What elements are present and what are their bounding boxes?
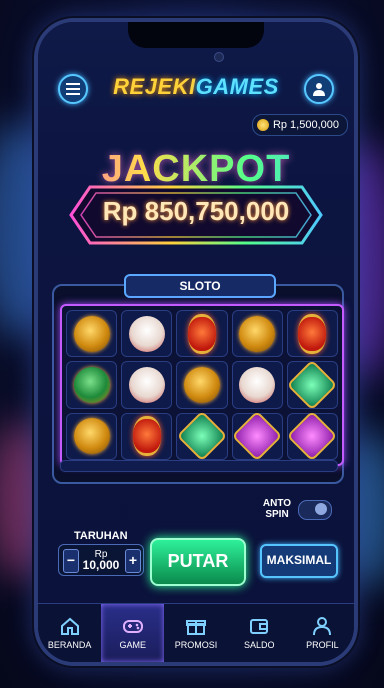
dragon-gold-icon (239, 315, 276, 352)
top-bar: REJEKIGAMES (38, 72, 354, 108)
bottom-nav: BERANDA GAME PROMOSI SALDO PROFIL (38, 603, 354, 662)
bet-label: TARUHAN (74, 530, 128, 542)
menu-button[interactable] (58, 74, 88, 104)
dragon-gold-icon (183, 366, 220, 403)
app-screen: REJEKIGAMES Rp 1,500,000 JACKPOT Rp 850,… (38, 22, 354, 662)
reel-cell (176, 361, 228, 409)
reel-cell (66, 412, 118, 460)
lucky-cat-icon (128, 366, 165, 403)
user-icon (313, 617, 332, 636)
reel-cell (231, 361, 283, 409)
logo-text-games: GAMES (195, 74, 279, 99)
lucky-cat-icon (239, 366, 276, 403)
balance-text: Rp 1,500,000 (272, 119, 339, 131)
nav-label-saldo: SALDO (243, 640, 275, 650)
increase-bet-button[interactable]: + (125, 549, 141, 573)
bet-value: Rp 10,000 (77, 549, 125, 571)
gem-green-icon (176, 410, 228, 462)
gamepad-icon (122, 620, 143, 633)
gem-purple-icon (286, 410, 338, 462)
auto-spin-label-line1: ANTO (262, 498, 292, 509)
reel-cell (286, 410, 338, 462)
lantern-icon (187, 313, 216, 354)
nav-item-profil[interactable]: PROFIL (291, 604, 354, 662)
gift-icon (186, 620, 206, 635)
user-icon (313, 83, 325, 96)
reels-grid (60, 304, 344, 466)
reel-cell (231, 410, 283, 462)
lantern-icon (298, 313, 327, 354)
dragon-gold-icon (73, 315, 110, 352)
reel-1 (66, 310, 118, 460)
home-icon (60, 617, 79, 635)
dragon-gold-icon (73, 418, 110, 455)
auto-spin-label: ANTO SPIN (258, 498, 296, 520)
nav-item-promosi[interactable]: PROMOSI (164, 604, 227, 662)
reel-2 (121, 310, 173, 460)
bet-amount: 10,000 (82, 558, 120, 572)
reel-cell (66, 361, 118, 409)
max-bet-button[interactable]: MAKSIMAL (260, 544, 338, 578)
reel-cell (121, 412, 173, 460)
machine-label: SLOTO (124, 274, 276, 298)
spin-button[interactable]: PUTAR (150, 538, 246, 586)
profile-button[interactable] (304, 74, 334, 104)
nav-label-promosi: PROMOSI (174, 640, 218, 650)
app-logo: REJEKIGAMES (98, 74, 294, 100)
wallet-icon (250, 619, 269, 634)
reel-cell (231, 310, 283, 358)
auto-spin-toggle[interactable] (298, 500, 332, 520)
nav-item-beranda[interactable]: BERANDA (38, 604, 101, 662)
auto-spin-label-line2: SPIN (265, 509, 289, 520)
reel-4 (231, 310, 283, 462)
phone-frame: REJEKIGAMES Rp 1,500,000 JACKPOT Rp 850,… (34, 18, 358, 666)
hamburger-icon (66, 83, 80, 95)
camera-icon (214, 52, 224, 62)
reel-cell (286, 310, 338, 358)
reel-cell (286, 359, 338, 411)
slot-machine: SLOTO (52, 274, 344, 484)
reel-cell (121, 361, 173, 409)
logo-text-rejeki: REJEKI (113, 74, 196, 99)
toggle-knob (315, 503, 327, 515)
reel-5 (286, 310, 338, 462)
nav-label-game: GAME (119, 640, 147, 650)
controls-panel: ANTO SPIN TARUHAN − Rp 10,000 + PUTAR MA… (38, 488, 354, 588)
reel-cell (66, 310, 118, 358)
coin-icon (256, 119, 269, 131)
reel-cell (176, 410, 228, 462)
reel-3 (176, 310, 228, 462)
gem-purple-icon (231, 410, 283, 462)
jackpot-amount: Rp 850,750,000 (102, 196, 290, 226)
bet-stepper: − Rp 10,000 + (58, 544, 144, 576)
lucky-cat-icon (128, 315, 165, 352)
dragon-green-icon (73, 366, 110, 403)
notch (128, 22, 264, 48)
payline-strip (60, 460, 338, 472)
reel-cell (176, 310, 228, 358)
gem-green-icon (286, 359, 338, 411)
nav-item-saldo[interactable]: SALDO (228, 604, 291, 662)
nav-item-game[interactable]: GAME (101, 604, 165, 662)
balance-badge: Rp 1,500,000 (251, 114, 348, 136)
lantern-icon (132, 416, 161, 457)
nav-label-profil: PROFIL (306, 640, 339, 650)
reel-cell (121, 310, 173, 358)
nav-label-beranda: BERANDA (47, 640, 92, 650)
